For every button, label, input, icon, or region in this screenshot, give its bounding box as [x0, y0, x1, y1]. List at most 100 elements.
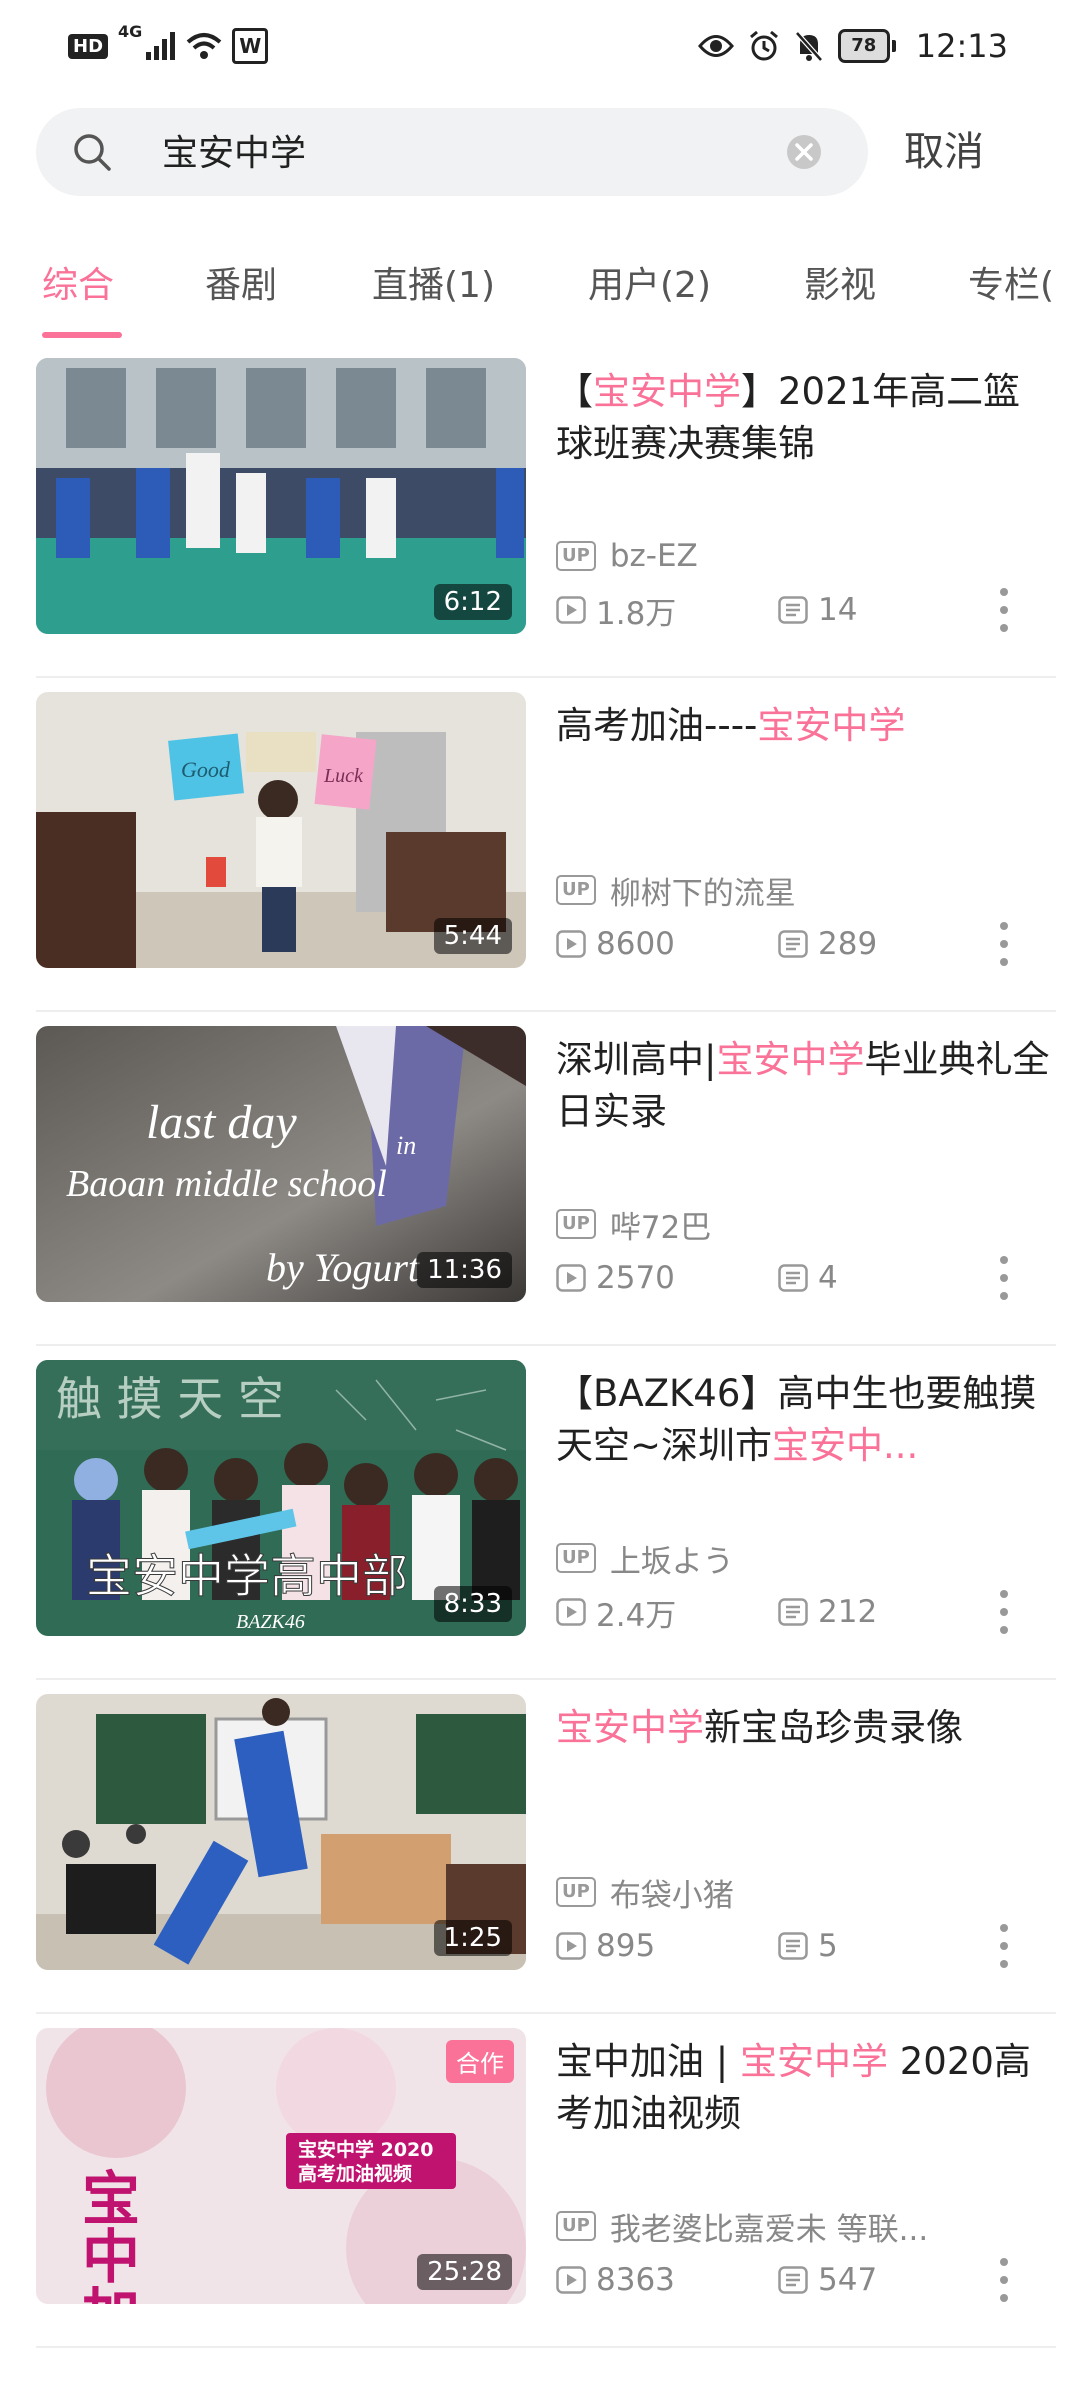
danmaku-count: 212	[818, 1594, 878, 1630]
up-badge: UP	[556, 1543, 596, 1573]
danmaku-count: 547	[818, 2262, 878, 2298]
video-thumbnail[interactable]: 宝中加油 宝安中学 2020 高考加油视频 合作 25:28	[36, 2028, 526, 2304]
danmaku-icon	[778, 930, 808, 958]
play-count: 2570	[596, 1260, 675, 1296]
overlay-line3: by Yogurt	[266, 1245, 420, 1290]
danmaku-icon	[778, 2266, 808, 2294]
result-item[interactable]: 宝中加油 宝安中学 2020 高考加油视频 合作 25:28 宝中加油 | 宝安…	[0, 2014, 1080, 2348]
network-type: 4G	[118, 22, 143, 41]
tab-anime[interactable]: 番剧	[205, 256, 277, 308]
search-bar: 取消	[0, 104, 1080, 200]
video-duration: 8:33	[433, 1586, 512, 1622]
uploader-name: 布袋小猪	[609, 1877, 734, 1914]
video-duration: 11:36	[417, 1252, 512, 1288]
overlay-line1: last day	[146, 1096, 297, 1149]
video-title[interactable]: 【宝安中学】2021年高二篮球班赛决赛集锦	[556, 366, 1056, 470]
video-title[interactable]: 宝中加油 | 宝安中学 2020高考加油视频	[556, 2036, 1056, 2140]
banner-line2: 高考加油视频	[298, 2162, 412, 2185]
hd-badge: HD	[68, 33, 109, 59]
video-duration: 6:12	[433, 584, 512, 620]
tab-live[interactable]: 直播(1)	[372, 256, 495, 308]
uploader-row[interactable]: UP 哔72巴	[556, 1204, 712, 1246]
overlay-line2: Baoan middle school	[66, 1163, 387, 1205]
video-title[interactable]: 深圳高中|宝安中学毕业典礼全日实录	[556, 1034, 1056, 1138]
cancel-button[interactable]: 取消	[904, 108, 984, 196]
up-badge: UP	[556, 1209, 596, 1239]
play-count: 2.4万	[596, 1597, 677, 1634]
search-input[interactable]	[160, 108, 804, 198]
more-options-icon[interactable]	[994, 920, 1014, 968]
play-count: 895	[596, 1928, 656, 1964]
more-options-icon[interactable]	[994, 586, 1014, 634]
video-title[interactable]: 【BAZK46】高中生也要触摸天空~深圳市宝安中...	[556, 1368, 1056, 1472]
danmaku-icon	[778, 596, 808, 624]
uploader-row[interactable]: UP 上坂よう	[556, 1538, 734, 1580]
up-badge: UP	[556, 1877, 596, 1907]
more-options-icon[interactable]	[994, 2256, 1014, 2304]
up-badge: UP	[556, 875, 596, 905]
sign-text-left: Good	[181, 757, 231, 782]
banner-line1: 宝安中学 2020	[298, 2138, 434, 2161]
result-item[interactable]: 触 摸 天 空 宝安中学高中部 BAZK46 8:33 【BAZK46】高中生也…	[0, 1346, 1080, 1680]
uploader-name: 哔72巴	[609, 1209, 712, 1246]
sign-text-right: Luck	[323, 765, 364, 787]
play-count: 1.8万	[596, 595, 677, 632]
uploader-name: bz-EZ	[609, 538, 698, 574]
video-thumbnail[interactable]: 6:12	[36, 358, 526, 634]
video-thumbnail[interactable]: 触 摸 天 空 宝安中学高中部 BAZK46 8:33	[36, 1360, 526, 1636]
video-stats: 895 5	[556, 1926, 838, 1966]
status-bar: HD 4G W 78 12:13	[0, 0, 1080, 90]
result-item[interactable]: 6:12 【宝安中学】2021年高二篮球班赛决赛集锦 UP bz-EZ 1.8万…	[0, 344, 1080, 678]
tab-film-tv[interactable]: 影视	[804, 256, 876, 308]
video-thumbnail[interactable]: 1:25	[36, 1694, 526, 1970]
video-title[interactable]: 宝安中学新宝岛珍贵录像	[556, 1702, 1056, 1754]
tab-articles[interactable]: 专栏(	[968, 256, 1054, 308]
video-stats: 1.8万 14	[556, 590, 858, 632]
video-stats: 8363 547	[556, 2260, 877, 2300]
more-options-icon[interactable]	[994, 1588, 1014, 1636]
battery-indicator: 78	[837, 29, 896, 63]
video-thumbnail[interactable]: Good Luck 5:44	[36, 692, 526, 968]
uploader-row[interactable]: UP 我老婆比嘉爱未 等联...	[556, 2206, 929, 2248]
clear-icon[interactable]	[786, 134, 822, 170]
overlay-subtitle: BAZK46	[236, 1611, 305, 1633]
uploader-name: 我老婆比嘉爱未 等联...	[609, 2211, 929, 2248]
signal-icon	[146, 32, 176, 60]
battery-level: 78	[837, 29, 890, 63]
tab-comprehensive[interactable]: 综合	[42, 256, 114, 308]
video-duration: 1:25	[433, 1920, 512, 1956]
status-time: 12:13	[915, 27, 1008, 65]
uploader-row[interactable]: UP 布袋小猪	[556, 1872, 734, 1914]
up-badge: UP	[556, 541, 596, 571]
active-tab-indicator	[42, 332, 122, 338]
danmaku-icon	[778, 1264, 808, 1292]
danmaku-count: 4	[818, 1260, 838, 1296]
video-thumbnail[interactable]: last day in Baoan middle school by Yogur…	[36, 1026, 526, 1302]
eye-icon	[697, 35, 734, 57]
play-count-icon	[556, 930, 586, 958]
mute-bell-icon	[794, 31, 823, 62]
result-item[interactable]: 1:25 宝安中学新宝岛珍贵录像 UP 布袋小猪 895 5	[0, 1680, 1080, 2014]
video-stats: 8600 289	[556, 924, 877, 964]
collab-badge: 合作	[446, 2040, 514, 2083]
tab-users[interactable]: 用户(2)	[588, 256, 711, 308]
danmaku-count: 289	[818, 926, 878, 962]
calligraphy-text: 宝中加油	[72, 2168, 140, 2304]
danmaku-icon	[778, 1598, 808, 1626]
more-options-icon[interactable]	[994, 1254, 1014, 1302]
danmaku-count: 14	[818, 592, 858, 628]
result-item[interactable]: Good Luck 5:44 高考加油----宝安中学 UP 柳树下的流星 86…	[0, 678, 1080, 1012]
uploader-row[interactable]: UP 柳树下的流星	[556, 870, 796, 912]
result-item[interactable]: last day in Baoan middle school by Yogur…	[0, 1012, 1080, 1346]
video-stats: 2.4万 212	[556, 1592, 878, 1634]
search-box[interactable]	[36, 108, 868, 198]
play-count-icon	[556, 596, 586, 624]
uploader-row[interactable]: UP bz-EZ	[556, 536, 698, 576]
uploader-name: 柳树下的流星	[609, 875, 796, 912]
play-count: 8363	[596, 2262, 675, 2298]
more-options-icon[interactable]	[994, 1922, 1014, 1970]
video-title[interactable]: 高考加油----宝安中学	[556, 700, 1056, 752]
alarm-icon	[749, 30, 778, 61]
play-count-icon	[556, 2266, 586, 2294]
overlay-line1-small: in	[396, 1131, 416, 1160]
